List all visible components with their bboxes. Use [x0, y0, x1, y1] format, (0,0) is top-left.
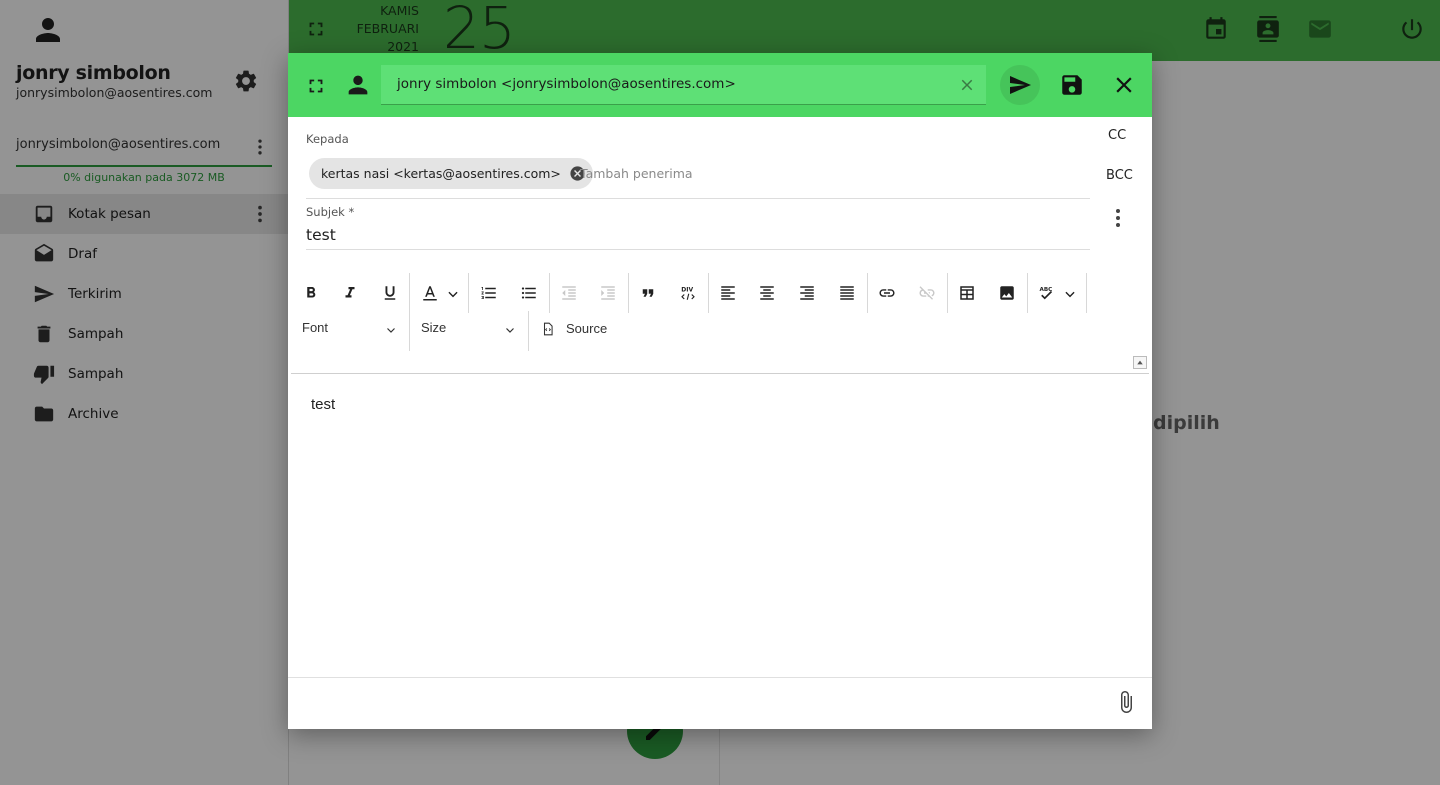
align-left-icon [721, 286, 735, 300]
chevron-down-icon [506, 328, 514, 333]
attachment-icon[interactable] [1114, 689, 1138, 715]
chevron-down-icon [387, 328, 395, 333]
close-icon[interactable] [1111, 72, 1137, 98]
bulleted-list-button[interactable] [511, 275, 547, 311]
bulleted-list-icon [521, 287, 536, 299]
spellcheck-icon: ABC [1040, 287, 1052, 300]
unlink-button[interactable] [909, 275, 945, 311]
italic-button[interactable] [332, 275, 368, 311]
underline-button[interactable] [372, 275, 408, 311]
subject-label: Subjek * [306, 205, 355, 219]
recipient-chip[interactable]: kertas nasi <kertas@aosentires.com> [309, 158, 593, 189]
toolbar-separator [947, 273, 948, 313]
text-color-button[interactable] [412, 275, 462, 311]
align-left-button[interactable] [710, 275, 746, 311]
quote-icon [642, 289, 654, 297]
toolbar-separator [549, 273, 550, 313]
font-size-label: Size [421, 320, 447, 335]
add-recipient-input[interactable]: Tambah penerima [580, 166, 693, 181]
bold-icon [307, 287, 316, 298]
compose-header: jonry simbolon <jonrysimbolon@aosentires… [288, 53, 1152, 117]
font-size-select[interactable]: Size [412, 311, 524, 347]
toolbar-separator [1027, 273, 1028, 313]
more-options-icon[interactable] [1106, 206, 1130, 230]
spellcheck-button[interactable]: ABC [1029, 275, 1079, 311]
text-color-icon [423, 286, 437, 301]
cc-button[interactable]: CC [1108, 128, 1126, 143]
align-center-button[interactable] [749, 275, 785, 311]
editor-toolbar: DIV ABC Font Size Source [291, 273, 1149, 373]
outdent-button[interactable] [551, 275, 587, 311]
div-container-icon: DIV [681, 287, 695, 300]
send-icon [1010, 76, 1031, 94]
justify-icon [840, 286, 854, 300]
table-button[interactable] [949, 275, 985, 311]
compose-dialog: jonry simbolon <jonrysimbolon@aosentires… [288, 53, 1152, 729]
chevron-down-icon [1065, 291, 1075, 298]
toolbar-separator [867, 273, 868, 313]
link-button[interactable] [869, 275, 905, 311]
source-button[interactable]: Source [541, 311, 631, 347]
to-label: Kepada [306, 132, 349, 146]
toolbar-separator [628, 273, 629, 313]
source-label: Source [566, 321, 608, 336]
justify-button[interactable] [829, 275, 865, 311]
from-value: jonry simbolon <jonrysimbolon@aosentires… [397, 76, 736, 92]
div-container-button[interactable]: DIV [670, 275, 706, 311]
italic-icon [345, 287, 355, 298]
toolbar-separator [468, 273, 469, 313]
sender-identity-icon[interactable] [344, 71, 372, 99]
font-family-select[interactable]: Font [293, 311, 405, 347]
toolbar-separator [409, 273, 410, 313]
link-icon [879, 289, 895, 297]
align-right-button[interactable] [789, 275, 825, 311]
from-field[interactable]: jonry simbolon <jonrysimbolon@aosentires… [381, 65, 986, 105]
save-draft-icon[interactable] [1059, 72, 1085, 98]
clear-icon[interactable] [958, 76, 976, 94]
divider [288, 677, 1152, 678]
divider [306, 249, 1090, 250]
svg-text:DIV: DIV [681, 287, 693, 294]
fullscreen-icon[interactable] [305, 75, 327, 97]
blockquote-button[interactable] [630, 275, 666, 311]
triangle-up-icon [1137, 360, 1143, 365]
table-icon [960, 286, 974, 300]
indent-button[interactable] [590, 275, 626, 311]
toolbar-separator [1086, 273, 1087, 313]
divider [291, 373, 1149, 374]
subject-input[interactable]: test [306, 226, 336, 244]
bold-button[interactable] [293, 275, 329, 311]
toolbar-separator [528, 311, 529, 351]
unlink-icon [919, 286, 935, 300]
underline-icon [384, 286, 396, 300]
numbered-list-button[interactable] [471, 275, 507, 311]
chevron-down-icon [448, 291, 458, 298]
collapse-toolbar-button[interactable] [1133, 356, 1147, 369]
divider [306, 198, 1090, 199]
outdent-icon [562, 286, 576, 300]
image-button[interactable] [989, 275, 1025, 311]
toolbar-separator [708, 273, 709, 313]
source-code-icon [543, 322, 553, 336]
message-body-editor[interactable]: test [311, 396, 335, 413]
image-icon [1000, 286, 1014, 300]
numbered-list-icon [481, 287, 496, 299]
send-button[interactable] [1000, 65, 1040, 105]
align-center-icon [760, 286, 774, 300]
toolbar-separator [409, 311, 410, 351]
align-right-icon [800, 286, 814, 300]
indent-icon [601, 286, 615, 300]
bcc-button[interactable]: BCC [1106, 168, 1133, 183]
font-family-label: Font [302, 320, 329, 335]
recipient-chip-label: kertas nasi <kertas@aosentires.com> [321, 166, 561, 181]
